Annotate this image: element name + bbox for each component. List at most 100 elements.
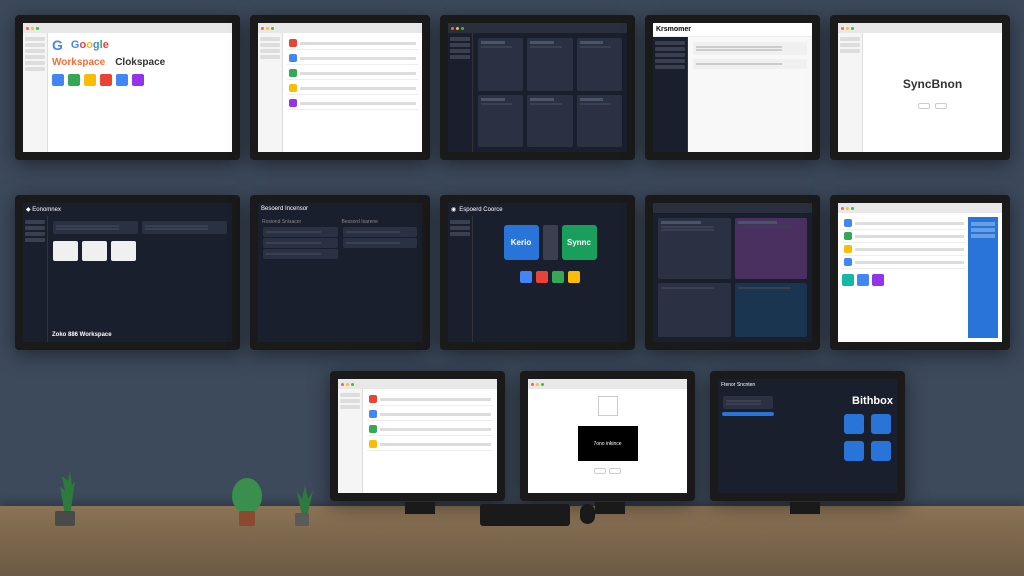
- app-icon[interactable]: [100, 74, 112, 86]
- item[interactable]: [263, 249, 338, 259]
- clokspace-label: Clokspace: [115, 57, 165, 68]
- item[interactable]: [263, 227, 338, 237]
- list-item[interactable]: [287, 82, 418, 95]
- thumb[interactable]: [82, 241, 107, 261]
- list-item[interactable]: [287, 67, 418, 80]
- app-icon[interactable]: [52, 74, 64, 86]
- plant-icon: [40, 466, 90, 526]
- dashboard-card[interactable]: [577, 95, 622, 148]
- file-row[interactable]: [842, 256, 966, 269]
- footer-brand: Zoko 886 Workspace: [52, 332, 228, 338]
- header-title: Ftenor Sncnten: [721, 382, 755, 388]
- divider: [543, 225, 558, 260]
- monitor-stand: [790, 502, 820, 514]
- thumb[interactable]: [111, 241, 136, 261]
- monitor-zoko-workspace: ◆ Eonomnex Zoko 886 Workspace: [15, 195, 240, 350]
- item[interactable]: [343, 238, 418, 248]
- sync-logo: Synnc: [562, 225, 597, 260]
- monitor-kerio-sync: ◉Espoerd Coorce Kerio Synnc: [440, 195, 635, 350]
- app-icon[interactable]: [68, 74, 80, 86]
- file-row[interactable]: [842, 230, 966, 243]
- dashboard-card[interactable]: [527, 38, 572, 91]
- brand-label: Krsmomer: [656, 26, 691, 33]
- item[interactable]: [343, 227, 418, 237]
- monitor-bithbox: Ftenor Sncnten Bithbox: [710, 371, 905, 501]
- col-header: Rosiond Snisacer: [262, 219, 339, 225]
- monitor-google-workspace: G Google Workspace Clokspace: [15, 15, 240, 160]
- grid-icon[interactable]: [857, 274, 869, 286]
- app-icon[interactable]: [84, 74, 96, 86]
- item[interactable]: [263, 238, 338, 248]
- row[interactable]: [367, 423, 493, 436]
- feature-icon[interactable]: [871, 414, 891, 434]
- dashboard-card[interactable]: [577, 38, 622, 91]
- title: Besoerd Incensor: [261, 206, 308, 212]
- monitor-besoerd: Besoerd Incensor Rosiond Snisacer Bessor…: [250, 195, 430, 350]
- grid-icon[interactable]: [872, 274, 884, 286]
- plant-icon: [225, 471, 270, 526]
- feature-icon[interactable]: [844, 441, 864, 461]
- dashboard-card[interactable]: [478, 95, 523, 148]
- monitor-syncbnon: SyncBnon: [830, 15, 1010, 160]
- app-icon[interactable]: [116, 74, 128, 86]
- monitor-dashboard-dark: [440, 15, 635, 160]
- control-button[interactable]: [609, 468, 621, 474]
- browser-chrome: [23, 23, 232, 33]
- control-button[interactable]: [594, 468, 606, 474]
- tool-icon[interactable]: [536, 271, 548, 283]
- dashboard-card[interactable]: [527, 95, 572, 148]
- monitor-analytics: [645, 195, 820, 350]
- action-button[interactable]: [935, 103, 947, 109]
- tool-icon[interactable]: [520, 271, 532, 283]
- thumb[interactable]: [53, 241, 78, 261]
- tool-icon[interactable]: [568, 271, 580, 283]
- list-item[interactable]: [287, 97, 418, 110]
- cta-button[interactable]: [722, 412, 774, 416]
- monitor-zoho: [330, 371, 505, 501]
- google-wordmark: Google: [71, 39, 109, 51]
- content-card: [53, 221, 138, 234]
- row[interactable]: [367, 438, 493, 451]
- stat-card[interactable]: [658, 218, 731, 279]
- content-card: [142, 221, 227, 234]
- tool-icon[interactable]: [552, 271, 564, 283]
- row[interactable]: [367, 393, 493, 406]
- header: ◆ Eonomnex: [23, 203, 232, 216]
- file-row[interactable]: [842, 217, 966, 230]
- stat-card[interactable]: [735, 283, 808, 337]
- feature-icon[interactable]: [844, 414, 864, 434]
- feature-icon[interactable]: [871, 441, 891, 461]
- dashboard-card[interactable]: [478, 38, 523, 91]
- preview-icon: [598, 396, 618, 416]
- video-player[interactable]: 7ono inkince: [578, 426, 638, 461]
- stat-card[interactable]: [735, 218, 808, 279]
- monitor-list-app: [250, 15, 430, 160]
- app-icons-row: [52, 74, 228, 86]
- grid-icon[interactable]: [842, 274, 854, 286]
- panel-card: [693, 59, 807, 69]
- side-panel: [968, 217, 998, 338]
- app-icon[interactable]: [132, 74, 144, 86]
- info-card: [723, 396, 773, 409]
- monitor-stand: [405, 502, 435, 514]
- list-item[interactable]: [287, 52, 418, 65]
- action-button[interactable]: [918, 103, 930, 109]
- panel-card: [693, 42, 807, 55]
- monitor-video: 7ono inkince: [520, 371, 695, 501]
- workspace-label: Workspace: [52, 57, 105, 68]
- kerio-logo: Kerio: [504, 225, 539, 260]
- plant-icon: [285, 481, 320, 526]
- header: Krsmomer: [653, 23, 812, 37]
- monitor-files: [830, 195, 1010, 350]
- monitor-stand: [595, 502, 625, 514]
- list-item[interactable]: [287, 37, 418, 50]
- mouse-icon: [580, 504, 595, 524]
- keyboard-icon: [480, 504, 570, 526]
- stat-card[interactable]: [658, 283, 731, 337]
- google-logo-icon: G: [52, 37, 63, 53]
- row[interactable]: [367, 408, 493, 421]
- file-row[interactable]: [842, 243, 966, 256]
- sidebar: [23, 33, 48, 152]
- bithbox-logo: Bithbox: [842, 395, 893, 407]
- syncbnon-logo: SyncBnon: [903, 77, 962, 91]
